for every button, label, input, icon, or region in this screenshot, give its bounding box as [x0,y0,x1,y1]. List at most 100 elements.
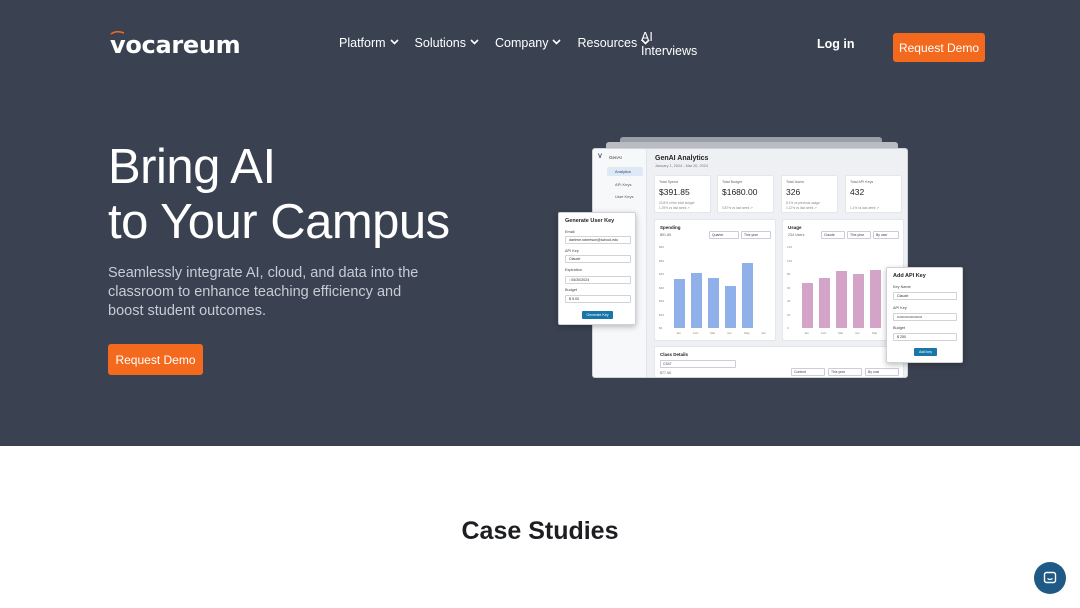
headline-line-1: Bring AI [108,140,276,194]
hero-section: vocareum Platform Solutions Company Reso… [0,0,1080,446]
nav-company[interactable]: Company [495,36,562,50]
usage-bar [852,273,865,328]
headline-line-2: to Your Campus [108,195,450,249]
currency-symbol: $ [897,335,899,339]
spending-y-tick: $40 [659,272,665,276]
mockup-sidebar-item: API Keys [615,182,632,187]
usage-title: Usage [788,225,802,230]
add-key-button: Add key [914,348,937,356]
api-budget-value: 250 [900,335,906,339]
nav-ai-line2: Interviews [641,44,698,58]
nav-ai-interviews[interactable]: AI Interviews [641,30,701,58]
spending-x-tick: Apr [727,331,732,335]
spending-x-tick: Feb [693,331,699,335]
generate-user-key-card: Generate User Key Email darlene.robertso… [558,212,636,325]
usage-x-tick: Feb [821,331,827,335]
spending-y-tick: $20 [659,299,665,303]
spending-bar [707,277,720,328]
spending-filter-dropdown: Quarter [709,231,739,239]
api-key-card-title: Add API Key [893,273,926,279]
usage-bar [869,269,882,328]
stat-value: $391.85 [659,187,690,197]
budget-value: 5.00 [572,297,579,301]
stat-card: Total Spend $391.85 23.8% of the total b… [654,175,711,213]
expiration-field: ▫ 05/30/2024 [565,276,631,284]
usage-y-tick: 40 [787,299,791,303]
spending-bar [724,285,737,328]
usage-y-tick: 120 [787,245,793,249]
spending-bar [673,279,686,328]
chevron-down-icon [389,39,399,45]
stat-label: Total Spend [659,180,678,184]
usage-total: 234 Users [788,233,805,237]
chat-launcher-button[interactable] [1034,562,1066,594]
nav-platform-label: Platform [339,36,386,50]
usage-bar [835,271,848,328]
spending-y-tick: $0 [659,326,663,330]
currency-symbol: $ [569,297,571,301]
stat-sub: 1.12% vs last week ↗ [786,206,817,210]
nav-ai-line1: AI [641,30,653,44]
spending-y-tick: $50 [659,258,665,263]
usage-x-tick: Jan [804,331,809,335]
spending-title: Spending [660,225,681,230]
mockup-logo: V [598,154,603,160]
spending-y-tick: $30 [659,285,665,290]
stat-value: 326 [786,187,801,197]
usage-x-tick: Apr [855,331,860,335]
class-select: CS47 [660,360,736,368]
stat-sub: 1.1% vs last week ↗ [850,206,880,210]
class-filter-dropdown: By cost [865,368,899,376]
class-filter-dropdown: This year [828,368,862,376]
add-api-key-card: Add API Key Key Name Claude API Key ••••… [886,267,963,363]
hero-subtext: Seamlessly integrate AI, cloud, and data… [108,265,419,319]
case-studies-title: Case Studies [461,517,619,545]
stat-card: Total Budget $1680.00 0.87% vs last week… [717,175,774,213]
logo-swoosh-icon [110,31,125,35]
usage-y-tick: 20 [787,312,791,317]
login-link[interactable]: Log in [817,37,855,51]
usage-x-tick: Mar [838,331,844,335]
spending-y-tick: $10 [659,312,665,317]
vocareum-logo[interactable]: vocareum [110,31,241,59]
stat-label: Total Budget [722,180,742,184]
budget-field: $ 5.00 [565,295,631,303]
nav-platform[interactable]: Platform [339,36,399,50]
mockup-sidebar-title: GenAI [609,155,622,160]
mockup-date-range: January 1, 2024 - Mar 20, 2024 [655,164,708,168]
email-field: darlene.robertson@school.edu [565,236,631,244]
hero-headline: Bring AI to Your Campus [108,140,450,250]
stat-card: Total Users 326 8.1% vs previous usage 1… [781,175,838,213]
nav-solutions[interactable]: Solutions [415,36,479,50]
chevron-down-icon [552,39,562,45]
class-filter-dropdown: Content [791,368,825,376]
nav-resources[interactable]: Resources [577,36,650,50]
usage-y-tick: 60 [787,285,791,290]
usage-bar [818,277,831,328]
stat-sub: 1.29% vs last week ↗ [659,206,690,210]
nav-solutions-label: Solutions [414,36,466,50]
chat-bubble-icon [1043,571,1057,584]
class-details-panel: Class Details CS47 $77.56 Content This y… [654,346,904,377]
stat-sub: 0.87% vs last week ↗ [722,206,753,210]
generate-key-button: Generate Key [582,311,613,319]
nav-resources-label: Resources [577,36,638,50]
mockup-sidebar-item: Analytics [607,167,643,176]
api-key-secret-field: •••••••••••••••••••• [893,313,957,321]
spending-bar [690,272,703,328]
spending-x-tick: May [744,331,750,335]
header-request-demo-button[interactable]: Request Demo [893,33,985,62]
hero-request-demo-button[interactable]: Request Demo [108,344,203,375]
spending-x-tick: Mar [710,331,716,335]
main-nav: Platform Solutions Company Resources [339,36,650,50]
spending-panel: Spending $91.85 Quarter This year $60 $50… [654,219,776,341]
usage-y-tick: 100 [787,258,793,263]
api-key-field-label: API Key [893,306,907,310]
key-name-label: Key Name [893,285,911,289]
usage-y-tick: 0 [787,326,789,330]
api-key-select: Claude [565,255,631,263]
api-key-label: API Key [565,249,579,253]
stat-value: 432 [850,187,865,197]
usage-y-tick: 80 [787,272,791,276]
usage-bar [801,283,814,328]
